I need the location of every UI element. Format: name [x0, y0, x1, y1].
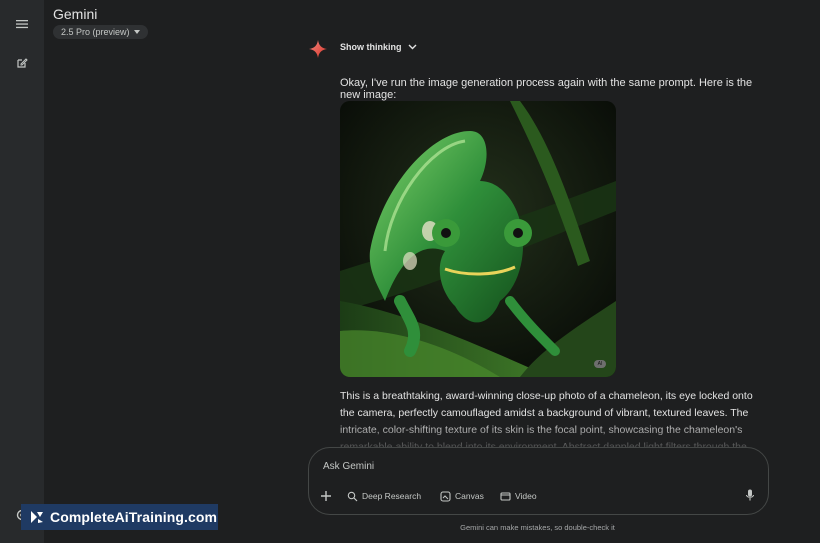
app-title: Gemini — [53, 6, 98, 22]
show-thinking-label: Show thinking — [340, 42, 402, 52]
hamburger-menu-icon[interactable] — [10, 12, 34, 36]
side-rail — [0, 0, 44, 543]
chevron-down-icon — [408, 44, 416, 50]
model-label: 2.5 Pro (preview) — [61, 27, 130, 37]
watermark-banner: CompleteAiTraining.com — [21, 504, 218, 530]
plus-icon[interactable] — [319, 489, 333, 503]
video-button[interactable]: Video — [500, 490, 537, 502]
video-label: Video — [515, 491, 537, 501]
deep-research-button[interactable]: Deep Research — [347, 490, 421, 502]
response-intro: Okay, I've run the image generation proc… — [340, 77, 753, 101]
model-selector[interactable]: 2.5 Pro (preview) — [53, 25, 148, 39]
ai-generated-badge: AI — [594, 360, 606, 368]
prompt-input[interactable] — [321, 460, 745, 473]
show-thinking-toggle[interactable]: Show thinking — [340, 42, 417, 52]
caret-down-icon — [133, 30, 140, 34]
microphone-icon[interactable] — [743, 488, 757, 502]
chameleon-illustration — [340, 101, 616, 377]
generated-chameleon-image[interactable]: AI — [340, 101, 616, 377]
watermark-text: CompleteAiTraining.com — [50, 509, 218, 525]
edit-new-chat-icon[interactable] — [10, 51, 34, 75]
gemini-sparkle-icon — [309, 40, 327, 58]
canvas-label: Canvas — [455, 491, 484, 501]
deep-research-label: Deep Research — [362, 491, 422, 501]
disclaimer-text: Gemini can make mistakes, so double-chec… — [460, 523, 615, 532]
video-icon — [500, 491, 511, 501]
prompt-composer: Deep Research Canvas Video — [308, 447, 769, 515]
canvas-button[interactable]: Canvas — [440, 490, 484, 502]
deep-research-icon — [347, 491, 358, 501]
watermark-logo-icon — [31, 511, 43, 523]
canvas-icon — [440, 490, 451, 502]
